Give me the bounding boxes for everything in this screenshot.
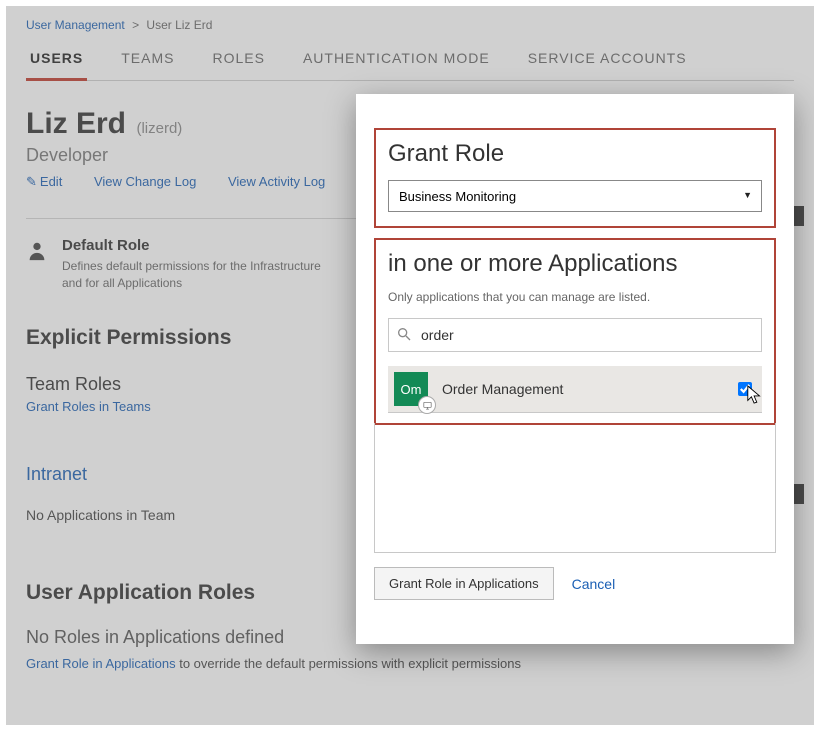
pencil-icon: ✎: [26, 174, 37, 189]
tab-teams[interactable]: TEAMS: [117, 40, 178, 80]
tab-roles[interactable]: ROLES: [208, 40, 268, 80]
grant-role-box: Grant Role Business Monitoring: [374, 128, 776, 228]
application-checkbox[interactable]: [738, 382, 752, 396]
role-select[interactable]: Business Monitoring: [388, 180, 762, 212]
grant-role-hint-tail: to override the default permissions with…: [176, 656, 521, 671]
breadcrumb-current: User Liz Erd: [146, 18, 212, 32]
tabs: USERS TEAMS ROLES AUTHENTICATION MODE SE…: [26, 40, 794, 81]
tab-service-accounts[interactable]: SERVICE ACCOUNTS: [524, 40, 691, 80]
view-change-log-link[interactable]: View Change Log: [94, 174, 196, 189]
monitor-icon: [418, 396, 436, 414]
edit-link[interactable]: ✎Edit: [26, 174, 62, 189]
default-role-desc: Defines default permissions for the Infr…: [62, 258, 322, 292]
breadcrumb-root[interactable]: User Management: [26, 18, 125, 32]
search-icon: [396, 326, 412, 342]
applications-title: in one or more Applications: [388, 250, 762, 278]
person-icon: [26, 239, 48, 263]
application-name: Order Management: [442, 381, 738, 397]
breadcrumb: User Management > User Liz Erd: [26, 14, 794, 40]
user-display-name: Liz Erd: [26, 107, 126, 141]
default-role-title: Default Role: [62, 237, 322, 254]
application-search-input[interactable]: [388, 318, 762, 352]
edit-label: Edit: [40, 174, 62, 189]
tab-users[interactable]: USERS: [26, 40, 87, 81]
grant-role-modal: Grant Role Business Monitoring in one or…: [356, 94, 794, 644]
role-select-wrap: Business Monitoring: [388, 180, 762, 212]
grant-role-submit-button[interactable]: Grant Role in Applications: [374, 567, 554, 600]
cancel-link[interactable]: Cancel: [572, 576, 616, 592]
application-list-empty: [374, 423, 776, 553]
breadcrumb-sep: >: [132, 18, 139, 32]
view-activity-log-link[interactable]: View Activity Log: [228, 174, 325, 189]
user-login: (lizerd): [136, 120, 182, 137]
applications-subtitle: Only applications that you can manage ar…: [388, 290, 762, 304]
tab-auth-mode[interactable]: AUTHENTICATION MODE: [299, 40, 494, 80]
application-row[interactable]: Om Order Management: [388, 366, 762, 413]
grant-role-hint: Grant Role in Applications to override t…: [26, 656, 794, 671]
grant-role-title: Grant Role: [388, 140, 762, 168]
applications-box: in one or more Applications Only applica…: [374, 238, 776, 425]
grant-role-in-apps-link[interactable]: Grant Role in Applications: [26, 656, 176, 671]
